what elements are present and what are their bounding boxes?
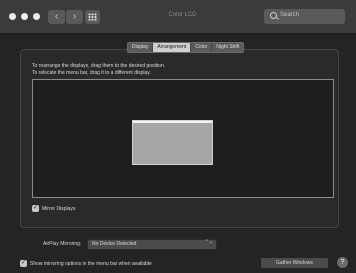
display-arrangement-area — [32, 79, 334, 198]
system-preferences-window: ‹ › Color LCD Search Display Arrangement… — [0, 0, 356, 273]
instruction-text: To relocate the menu bar, drag it to a d… — [32, 70, 151, 76]
grid-icon — [88, 13, 97, 21]
chevron-right-icon: › — [72, 11, 77, 22]
menu-bar-indicator[interactable] — [133, 121, 212, 123]
close-window-button[interactable] — [9, 13, 16, 20]
search-placeholder: Search — [280, 12, 300, 18]
tab-color[interactable]: Color — [190, 43, 211, 52]
help-button[interactable]: ? — [337, 257, 348, 268]
tab-display[interactable]: Display — [128, 43, 152, 52]
updown-chevron-icon: ⌃⌄ — [204, 239, 213, 245]
back-button[interactable]: ‹ — [48, 10, 65, 24]
minimize-window-button[interactable] — [21, 13, 28, 20]
zoom-window-button[interactable] — [33, 13, 40, 20]
show-mirroring-options-label: Show mirroring options in the menu bar w… — [30, 261, 152, 267]
search-field[interactable]: Search — [264, 9, 345, 24]
checkmark-icon: ✓ — [21, 260, 27, 266]
airplay-mirroring-label: AirPlay Mirroring: — [43, 241, 82, 247]
chevron-left-icon: ‹ — [54, 11, 59, 22]
forward-button[interactable]: › — [66, 10, 83, 24]
show-all-button[interactable] — [85, 10, 100, 24]
window-title: Color LCD — [168, 12, 197, 18]
airplay-device-popup[interactable]: No Device Detected ⌃⌄ — [87, 239, 217, 250]
instruction-text: To rearrange the displays, drag them to … — [32, 63, 166, 69]
checkmark-icon: ✓ — [33, 205, 39, 211]
tab-arrangement[interactable]: Arrangement — [152, 43, 191, 52]
gather-windows-button[interactable]: Gather Windows — [261, 258, 328, 268]
mirror-displays-checkbox[interactable]: ✓ — [32, 205, 39, 212]
tab-night-shift[interactable]: Night Shift — [211, 43, 243, 52]
display-thumbnail[interactable] — [132, 120, 213, 165]
title-bar: ‹ › Color LCD Search — [0, 0, 356, 34]
airplay-device-value: No Device Detected — [92, 241, 137, 247]
search-icon — [270, 12, 277, 19]
tab-bar: Display Arrangement Color Night Shift — [127, 42, 245, 53]
show-mirroring-options-checkbox[interactable]: ✓ — [20, 260, 27, 267]
mirror-displays-label: Mirror Displays — [42, 206, 76, 212]
help-icon: ? — [340, 259, 345, 266]
